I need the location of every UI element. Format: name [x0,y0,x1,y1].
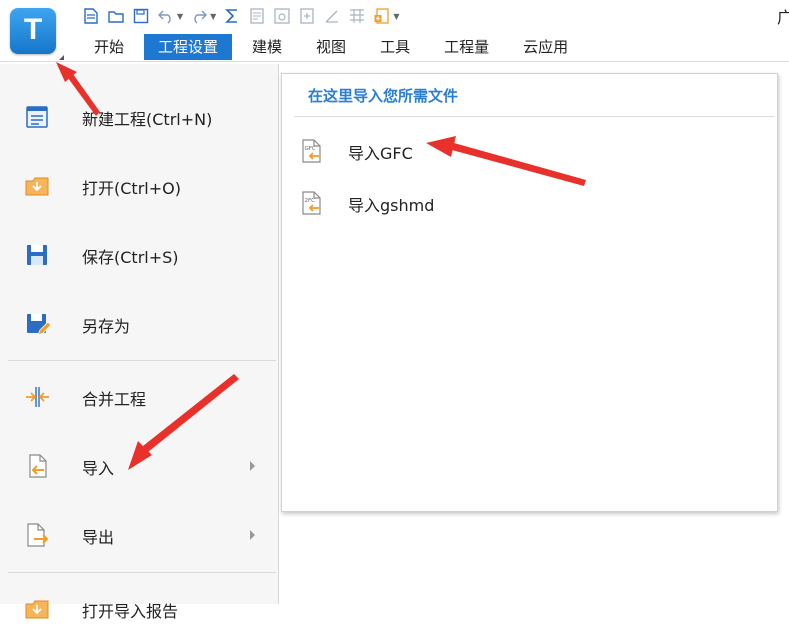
grid-icon[interactable] [348,7,366,25]
gfc-icon-text: GFC [305,146,316,152]
submenu-arrow-icon [250,530,255,540]
new-project-icon [24,104,50,130]
tab-cloud-apps[interactable]: 云应用 [509,34,582,60]
calc-icon[interactable] [298,7,316,25]
file-menu: 新建工程(Ctrl+N) 打开(Ctrl+O) 保存(Ctrl+S) 另存为 合… [0,64,279,621]
menu-item-label: 新建工程(Ctrl+N) [82,110,213,129]
tab-tools[interactable]: 工具 [366,34,424,60]
app-logo-letter: T [23,13,43,46]
submenu-arrow-icon [250,461,255,471]
menu-item-save-as[interactable]: 另存为 [0,293,276,355]
tab-view[interactable]: 视图 [302,34,360,60]
gshmd-file-icon: 2FC [298,190,324,216]
sum-icon[interactable] [223,7,241,25]
menu-item-export[interactable]: 导出 [0,504,276,566]
ribbon-header: T ▼ ▼ ▼ 广 开始 工程设置 建模 视图 工具 工程量 云应用 [0,0,789,64]
menu-item-label: 保存(Ctrl+S) [82,248,179,267]
ribbon-divider [0,61,789,62]
tab-quantities[interactable]: 工程量 [430,34,503,60]
open-folder-icon[interactable] [107,7,125,25]
report-folder-icon [24,596,50,622]
quick-access-toolbar: ▼ ▼ ▼ [82,4,406,28]
submenu-item-import-gshmd[interactable]: 2FC 导入gshmd [282,182,777,222]
menu-item-label: 打开(Ctrl+O) [82,179,181,198]
view-icon[interactable] [273,7,291,25]
tab-modeling[interactable]: 建模 [238,34,296,60]
menu-separator [8,360,276,361]
import-submenu: 在这里导入您所需文件 GFC 导入GFC 2FC 导入gshmd [281,73,778,512]
menu-separator [8,572,276,573]
submenu-item-label: 导入gshmd [348,196,435,215]
redo-dropdown-icon[interactable]: ▼ [210,12,216,21]
merge-icon [24,384,50,410]
app-menu-button[interactable]: T [10,8,64,60]
save-as-icon [24,311,50,337]
app-menu-corner-indicator [59,55,64,60]
menu-item-open-import-report[interactable]: 打开导入报告 [0,578,276,640]
submenu-divider [294,116,774,117]
template-icon[interactable] [373,7,391,25]
redo-icon[interactable] [190,7,208,25]
tab-project-settings[interactable]: 工程设置 [144,34,233,60]
export-icon [24,522,50,548]
open-icon [24,173,50,199]
undo-icon[interactable] [157,7,175,25]
undo-dropdown-icon[interactable]: ▼ [177,12,183,21]
pen-icon[interactable] [323,7,341,25]
menu-item-merge-project[interactable]: 合并工程 [0,366,276,428]
menu-item-import[interactable]: 导入 [0,435,276,497]
save-icon[interactable] [132,7,150,25]
new-file-icon[interactable] [82,7,100,25]
ribbon-tabs: 开始 工程设置 建模 视图 工具 工程量 云应用 [80,34,588,60]
menu-item-open[interactable]: 打开(Ctrl+O) [0,155,276,217]
gfc-file-icon: GFC [298,138,324,164]
menu-item-label: 合并工程 [82,390,147,409]
quick-access-customize-icon[interactable]: ▼ [393,12,399,21]
window-title-fragment: 广 [777,8,789,27]
submenu-item-import-gfc[interactable]: GFC 导入GFC [282,130,777,170]
save-icon [24,242,50,268]
menu-item-label: 另存为 [82,317,131,336]
report-icon[interactable] [248,7,266,25]
menu-item-new-project[interactable]: 新建工程(Ctrl+N) [0,86,276,148]
submenu-title: 在这里导入您所需文件 [308,87,459,105]
menu-item-label: 导入 [82,459,115,478]
menu-item-label: 导出 [82,528,115,547]
gshmd-icon-text: 2FC [305,198,316,204]
menu-item-label: 打开导入报告 [82,602,179,621]
tab-start[interactable]: 开始 [80,34,138,60]
menu-item-save[interactable]: 保存(Ctrl+S) [0,224,276,286]
submenu-item-label: 导入GFC [348,144,413,163]
import-icon [24,453,50,479]
